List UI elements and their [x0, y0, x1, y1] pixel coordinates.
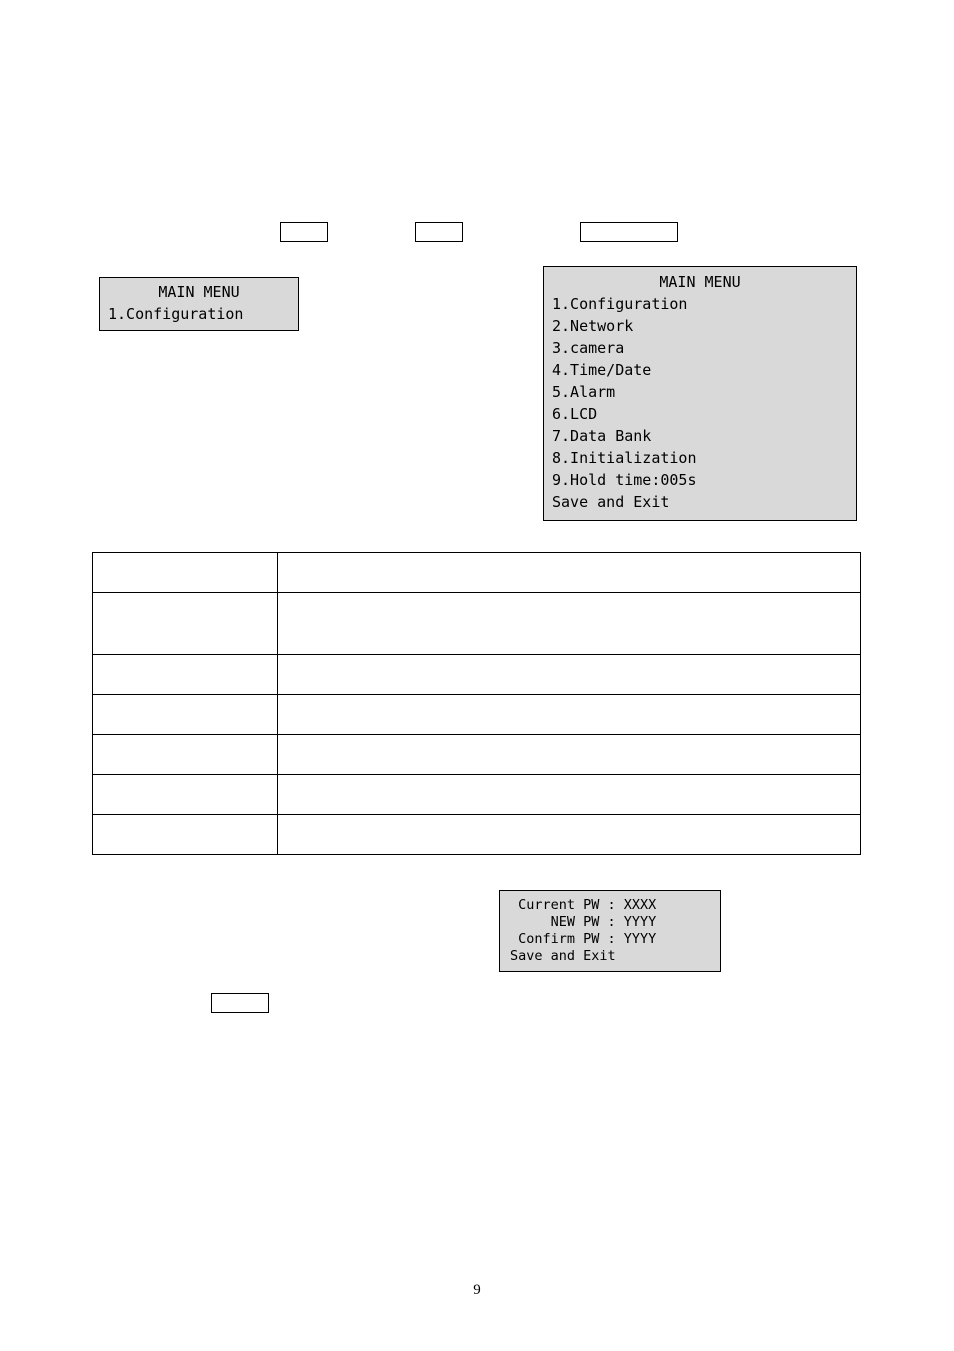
- table-row: [93, 815, 861, 855]
- table-row: [93, 735, 861, 775]
- pw-line: Current PW : XXXX: [510, 897, 656, 913]
- menu-item: 8.Initialization: [552, 447, 848, 469]
- menu-item: Save and Exit: [552, 491, 848, 513]
- small-box-c: [580, 222, 678, 242]
- lone-small-box: [211, 993, 269, 1013]
- menu-item: 7.Data Bank: [552, 425, 848, 447]
- table-row: [93, 553, 861, 593]
- table-row: [93, 775, 861, 815]
- left-panel-line: 1.Configuration: [108, 303, 290, 325]
- small-box-b: [415, 222, 463, 242]
- page-number: 9: [0, 1282, 954, 1299]
- pw-line: Confirm PW : YYYY: [510, 931, 656, 947]
- description-table: [92, 552, 861, 855]
- password-change-panel: Current PW : XXXX NEW PW : YYYY Confirm …: [499, 890, 721, 972]
- menu-item: 5.Alarm: [552, 381, 848, 403]
- pw-line: NEW PW : YYYY: [510, 914, 656, 930]
- left-main-menu-panel: MAIN MENU 1.Configuration: [99, 277, 299, 331]
- right-panel-title: MAIN MENU: [552, 271, 848, 293]
- menu-item: 2.Network: [552, 315, 848, 337]
- pw-line: Save and Exit: [510, 948, 616, 964]
- document-page: MAIN MENU 1.Configuration MAIN MENU 1.Co…: [0, 0, 954, 1351]
- menu-item: 3.camera: [552, 337, 848, 359]
- left-panel-title: MAIN MENU: [108, 281, 290, 303]
- menu-item: 4.Time/Date: [552, 359, 848, 381]
- menu-item: 9.Hold time:005s: [552, 469, 848, 491]
- table-row: [93, 695, 861, 735]
- right-main-menu-panel: MAIN MENU 1.Configuration 2.Network 3.ca…: [543, 266, 857, 521]
- menu-item: 1.Configuration: [552, 293, 848, 315]
- menu-item: 6.LCD: [552, 403, 848, 425]
- small-box-a: [280, 222, 328, 242]
- table-row: [93, 593, 861, 655]
- table-row: [93, 655, 861, 695]
